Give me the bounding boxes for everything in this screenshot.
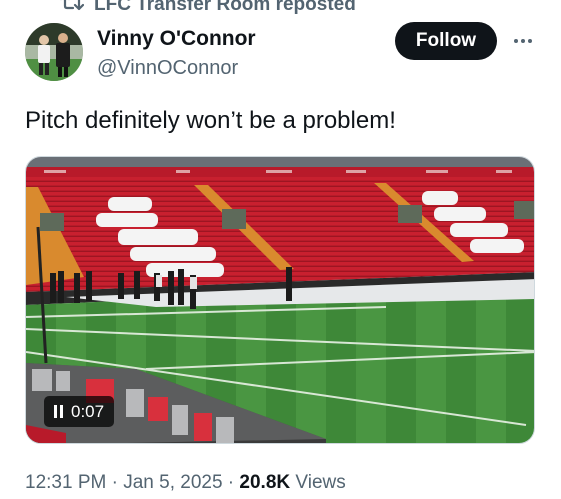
more-options-icon[interactable] — [508, 28, 538, 54]
video-controls[interactable]: 0:07 — [44, 396, 115, 427]
post-meta: 12:31 PM · Jan 5, 2025 · 20.8K Views — [25, 470, 346, 496]
post-time[interactable]: 12:31 PM — [25, 472, 106, 493]
post-date[interactable]: Jan 5, 2025 — [123, 472, 222, 493]
pause-icon[interactable] — [54, 405, 63, 418]
more-dot — [514, 39, 518, 43]
avatar[interactable] — [25, 23, 83, 81]
follow-button[interactable]: Follow — [395, 22, 497, 60]
meta-separator: · — [106, 472, 124, 493]
post-text: Pitch definitely won’t be a problem! — [25, 107, 396, 134]
meta-separator: · — [222, 472, 240, 493]
author-block: Vinny O'Connor @VinnOConnor — [97, 26, 256, 81]
pause-bar — [54, 405, 57, 418]
author-display-name[interactable]: Vinny O'Connor — [97, 26, 256, 52]
views-count[interactable]: 20.8K — [239, 472, 290, 493]
repost-icon — [60, 0, 85, 18]
more-dot — [521, 39, 525, 43]
more-dot — [528, 39, 532, 43]
repost-indicator[interactable]: LFC Transfer Room reposted — [60, 0, 356, 17]
pause-bar — [60, 405, 63, 418]
video-timestamp: 0:07 — [71, 401, 105, 421]
views-label: Views — [290, 472, 346, 493]
author-handle[interactable]: @VinnOConnor — [97, 55, 256, 81]
repost-label: LFC Transfer Room reposted — [94, 0, 356, 15]
